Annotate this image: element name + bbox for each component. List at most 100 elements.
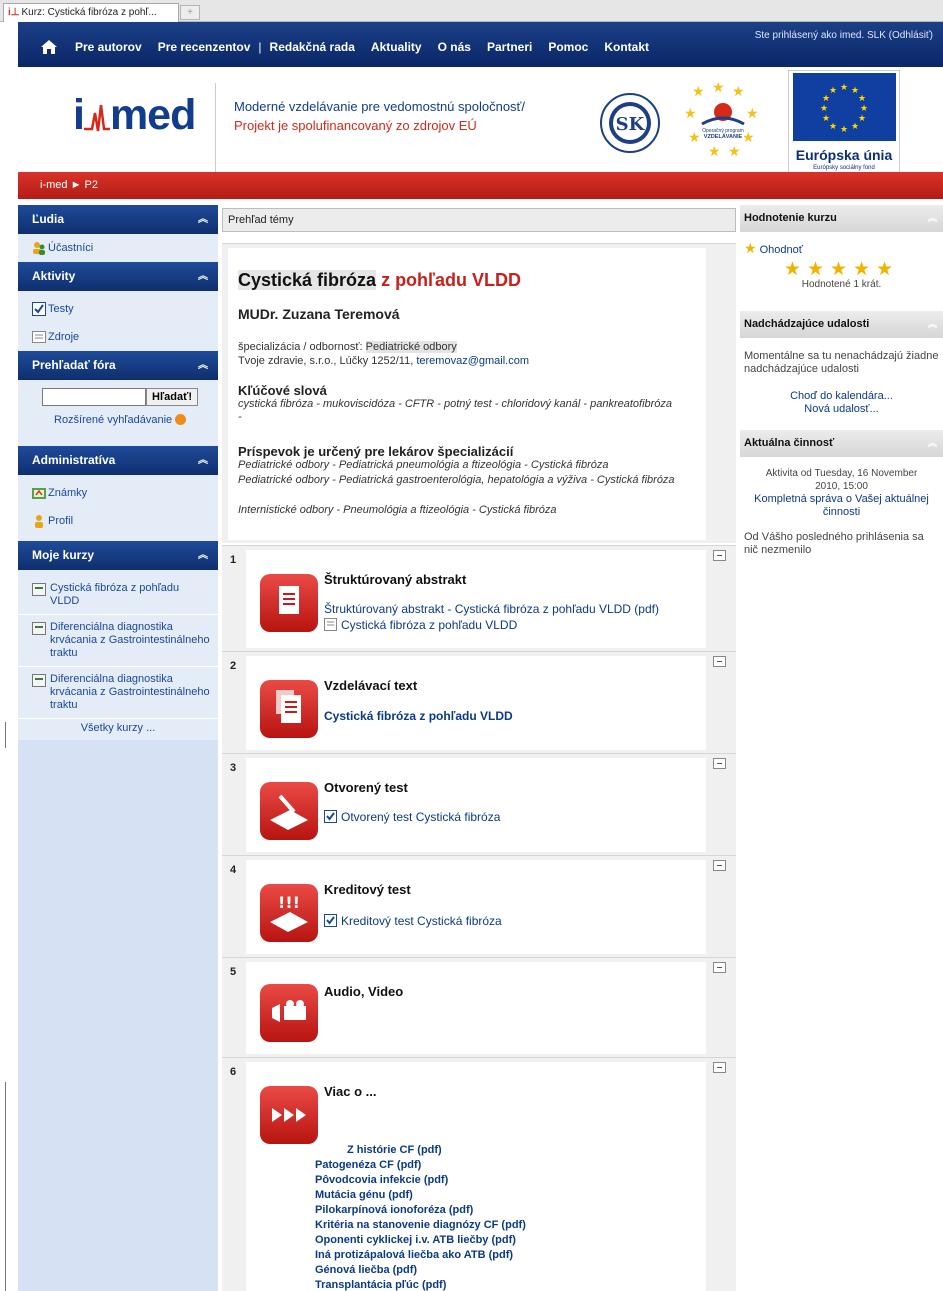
nav-reviewers[interactable]: Pre recenzentov <box>158 40 251 54</box>
grades-item[interactable]: Známky <box>18 479 218 507</box>
rating-block-header[interactable]: Hodnotenie kurzu ︽ <box>740 205 943 232</box>
more-link[interactable]: Mutácia génu (pdf) <box>315 1189 413 1201</box>
grades-link[interactable]: Známky <box>48 487 87 499</box>
breadcrumb-root[interactable]: i-med <box>40 179 68 191</box>
advanced-search-link[interactable]: Rozšírené vyhľadávanie <box>18 414 218 426</box>
svg-text:★: ★ <box>840 82 848 92</box>
section-number: 1 <box>230 554 237 566</box>
resources-item[interactable]: Zdroje <box>18 323 218 351</box>
open-test-link[interactable]: Otvorený test Cystická fibróza <box>341 810 500 824</box>
section-1: 1 Štruktúrovaný abstrakt Štruktúrovaný a… <box>222 545 736 651</box>
collapse-section-button[interactable] <box>713 962 726 973</box>
activities-block-header[interactable]: Aktivity ︽ <box>18 262 218 291</box>
forum-search-header[interactable]: Prehľadať fóra ︽ <box>18 351 218 380</box>
section-title: Otvorený test <box>324 780 408 795</box>
all-courses-link[interactable]: Všetky kurzy ... <box>18 719 218 734</box>
collapse-section-button[interactable] <box>713 1062 726 1073</box>
credit-test-item[interactable]: Kreditový test Cystická fibróza <box>324 914 502 928</box>
course-link[interactable]: Diferenciálna diagnostika krvácania z Ga… <box>50 621 210 659</box>
my-courses-block: Cystická fibróza z pohľadu VLDD Diferenc… <box>18 570 218 740</box>
collapse-icon[interactable]: ︽ <box>928 311 937 338</box>
activity-report-text[interactable]: Kompletná správa o Vašej aktuálnej činno… <box>754 493 929 518</box>
tests-item[interactable]: Testy <box>18 295 218 323</box>
participants-link[interactable]: Účastníci <box>48 242 93 254</box>
open-test-item[interactable]: Otvorený test Cystická fibróza <box>324 810 500 824</box>
more-link[interactable]: Iná protizápalová liečba ako ATB (pdf) <box>315 1249 513 1261</box>
collapse-icon[interactable]: ︽ <box>198 541 208 570</box>
tagline-line2: Projekt je spolufinancovaný zo zdrojov E… <box>234 118 477 133</box>
home-icon[interactable] <box>40 39 58 55</box>
resource-link-text[interactable]: Cystická fibróza z pohľadu VLDD <box>341 618 517 632</box>
help-icon[interactable] <box>175 414 187 425</box>
nav-partners[interactable]: Partneri <box>487 40 532 54</box>
search-button[interactable]: Hľadať! <box>146 388 199 406</box>
svg-text:★: ★ <box>728 143 741 159</box>
collapse-section-button[interactable] <box>713 656 726 667</box>
more-link[interactable]: Kritéria na stanovenie diagnózy CF (pdf) <box>315 1219 526 1231</box>
abstract-pdf-link[interactable]: Štruktúrovaný abstrakt - Cystická fibróz… <box>324 602 659 616</box>
new-event-link-text[interactable]: Nová udalosť... <box>804 403 878 415</box>
nav-authors[interactable]: Pre autorov <box>75 40 142 54</box>
course-item[interactable]: Diferenciálna diagnostika krvácania z Ga… <box>18 667 218 719</box>
svg-text:★: ★ <box>688 129 701 145</box>
admin-block-header[interactable]: Administratíva ︽ <box>18 446 218 475</box>
collapse-section-button[interactable] <box>713 758 726 769</box>
more-link[interactable]: Transplantácia pľúc (pdf) <box>315 1279 446 1291</box>
intended-title: Príspevok je určený pre lekárov špeciali… <box>238 444 514 459</box>
nav-about[interactable]: O nás <box>438 40 471 54</box>
my-courses-header[interactable]: Moje kurzy ︽ <box>18 541 218 570</box>
collapse-icon[interactable]: ︽ <box>928 430 937 457</box>
address-text: Tvoje zdravie, s.r.o., Lúčky 1252/11, <box>238 355 414 367</box>
new-tab-button[interactable]: + <box>180 5 200 20</box>
new-event-link[interactable]: Nová udalosť... <box>744 403 939 416</box>
more-link[interactable]: Pilokarpínová ionoforéza (pdf) <box>315 1204 473 1216</box>
calendar-link[interactable]: Choď do kalendára... <box>744 390 939 403</box>
section-number: 3 <box>230 762 237 774</box>
address-line: Tvoje zdravie, s.r.o., Lúčky 1252/11, te… <box>238 355 529 367</box>
rate-link-text[interactable]: Ohodnoť <box>760 244 803 256</box>
text-link[interactable]: Cystická fibróza z pohľadu VLDD <box>324 709 513 723</box>
collapse-icon[interactable]: ︽ <box>198 262 208 291</box>
resources-link[interactable]: Zdroje <box>48 331 79 343</box>
activity-block-header[interactable]: Aktuálna činnosť ︽ <box>740 430 943 457</box>
eu-title: Európska únia <box>795 147 893 163</box>
tests-link[interactable]: Testy <box>48 303 74 315</box>
forum-search-input[interactable] <box>42 388 146 406</box>
browser-tab[interactable]: i⊥ Kurz: Cystická fibróza z pohľ... <box>3 3 179 22</box>
more-link[interactable]: Pôvodcovia infekcie (pdf) <box>315 1174 448 1186</box>
login-info[interactable]: Ste prihlásený ako imed. SLK (Odhlásiť) <box>755 30 933 41</box>
profile-item[interactable]: Profil <box>18 507 218 535</box>
rate-link[interactable]: ★ Ohodnoť <box>744 241 939 257</box>
collapse-icon[interactable]: ︽ <box>198 446 208 475</box>
rating-block-title: Hodnotenie kurzu <box>744 212 837 224</box>
collapse-icon[interactable]: ︽ <box>198 351 208 380</box>
participants-item[interactable]: Účastníci <box>18 234 218 262</box>
people-block-header[interactable]: Ľudia ︽ <box>18 205 218 234</box>
course-link[interactable]: Diferenciálna diagnostika krvácania z Ga… <box>50 673 210 711</box>
intended-line: Pediatrické odbory - Pediatrická gastroe… <box>238 474 675 486</box>
imed-logo[interactable]: i med <box>73 91 196 140</box>
collapse-section-button[interactable] <box>713 550 726 561</box>
course-item[interactable]: Diferenciálna diagnostika krvácania z Ga… <box>18 615 218 667</box>
course-item[interactable]: Cystická fibróza z pohľadu VLDD <box>18 576 218 615</box>
resource-link[interactable]: Cystická fibróza z pohľadu VLDD <box>324 618 517 632</box>
profile-link[interactable]: Profil <box>48 515 73 527</box>
activity-report-link[interactable]: Kompletná správa o Vašej aktuálnej činno… <box>744 493 939 519</box>
nav-board[interactable]: Redakčná rada <box>270 40 355 54</box>
collapse-icon[interactable]: ︽ <box>198 205 208 234</box>
nav-help[interactable]: Pomoc <box>548 40 588 54</box>
email-link[interactable]: teremovaz@gmail.com <box>416 355 529 367</box>
more-link[interactable]: Génová liečba (pdf) <box>315 1264 417 1276</box>
more-link[interactable]: Oponenti cyklickej i.v. ATB liečby (pdf) <box>315 1234 516 1246</box>
more-link[interactable]: Patogenéza CF (pdf) <box>315 1159 421 1171</box>
collapse-icon[interactable]: ︽ <box>928 205 937 232</box>
course-title-main: Cystická fibróza <box>238 270 377 290</box>
course-link[interactable]: Cystická fibróza z pohľadu VLDD <box>50 582 179 607</box>
collapse-section-button[interactable] <box>713 860 726 871</box>
events-block-header[interactable]: Nadchádzajúce udalosti ︽ <box>740 311 943 338</box>
more-link[interactable]: Z histórie CF (pdf) <box>347 1144 442 1156</box>
credit-test-link[interactable]: Kreditový test Cystická fibróza <box>341 914 502 928</box>
nav-news[interactable]: Aktuality <box>371 40 422 54</box>
nav-contact[interactable]: Kontakt <box>604 40 649 54</box>
calendar-link-text[interactable]: Choď do kalendára... <box>790 390 893 402</box>
